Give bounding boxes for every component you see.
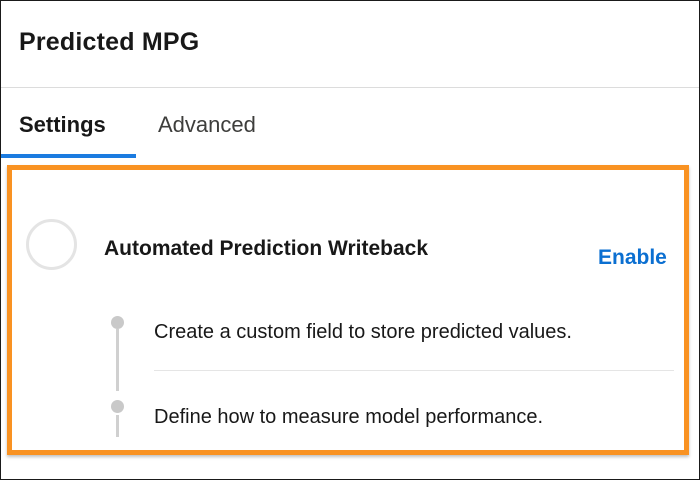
page-header: Predicted MPG <box>1 1 699 88</box>
timeline-connector <box>116 415 119 437</box>
substep-create-field: Create a custom field to store predicted… <box>154 321 572 343</box>
tab-bar: Settings Advanced <box>1 88 699 158</box>
app-frame: Predicted MPG Settings Advanced Automate… <box>0 0 700 480</box>
tab-advanced[interactable]: Advanced <box>158 112 256 138</box>
step-title: Automated Prediction Writeback <box>104 237 429 260</box>
substep-dot-icon <box>111 316 124 329</box>
timeline-connector <box>116 329 119 391</box>
step-status-circle-icon <box>26 219 77 270</box>
enable-button[interactable]: Enable <box>598 246 667 270</box>
active-tab-indicator <box>1 154 136 158</box>
tab-settings[interactable]: Settings <box>19 112 106 138</box>
divider <box>154 370 674 371</box>
substep-dot-icon <box>111 400 124 413</box>
substep-measure-performance: Define how to measure model performance. <box>154 406 544 428</box>
page-title: Predicted MPG <box>19 28 200 56</box>
